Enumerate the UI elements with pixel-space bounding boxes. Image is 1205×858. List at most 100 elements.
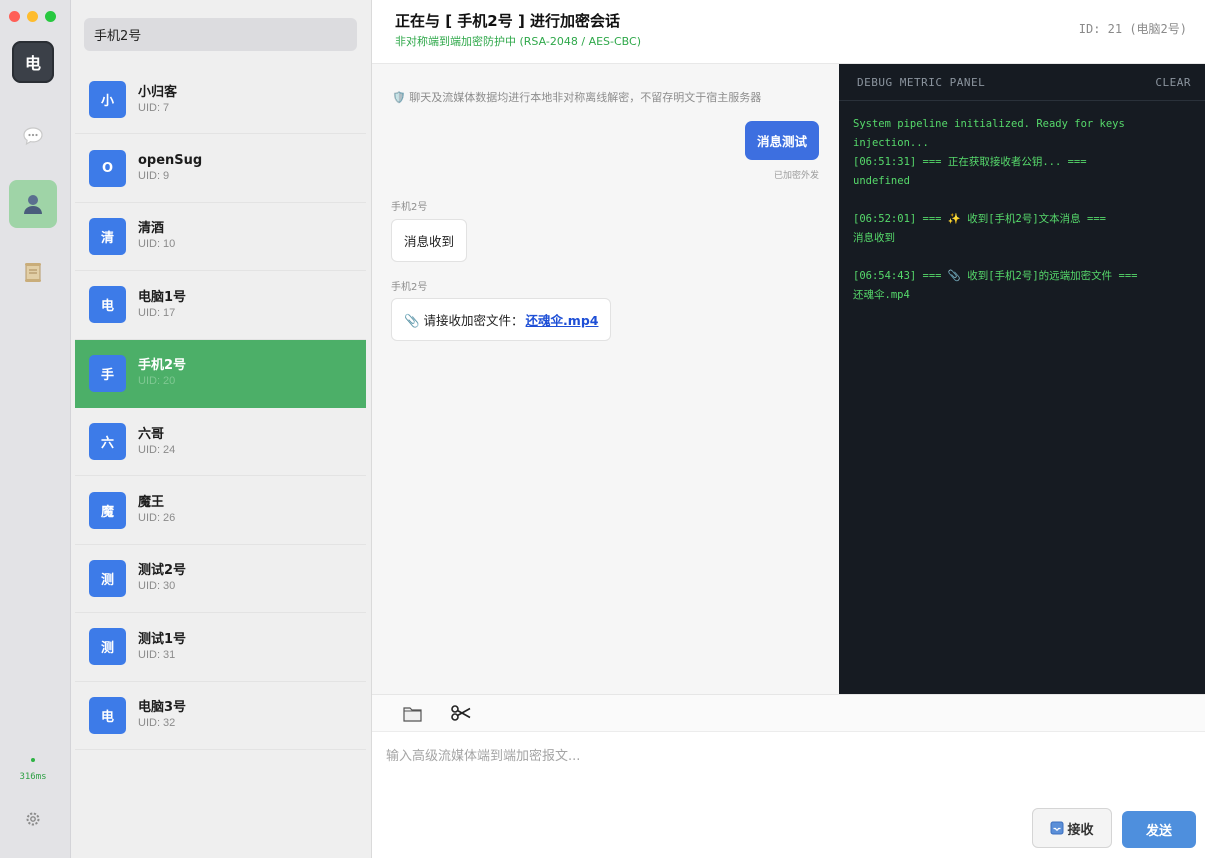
message-area[interactable]: 🛡️ 聊天及流媒体数据均进行本地非对称离线解密，不留存明文于宿主服务器 消息测试… [372, 64, 839, 694]
message-status: 已加密外发 [773, 171, 819, 181]
contact-text: 测试1号 UID: 31 [138, 631, 186, 663]
contact-name: 魔王 [138, 495, 165, 511]
incoming-file-message[interactable]: 📎 请接收加密文件： 还魂伞.mp4 [391, 298, 612, 341]
contact-avatar: O [89, 149, 126, 187]
contact-name: 小归客 [138, 84, 178, 100]
debug-panel: DEBUG METRIC PANEL CLEAR System pipeline… [839, 64, 1205, 694]
contact-item[interactable]: 测测试2号 UID: 30 [75, 545, 366, 614]
composer-toolbar [372, 695, 1205, 732]
chat-bubble-icon [23, 127, 43, 146]
contact-name: 六哥 [138, 426, 165, 442]
receive-label: 接收 [1067, 822, 1094, 838]
contact-avatar: 电 [89, 696, 126, 734]
self-id-label: ID: 21 (电脑2号) [1078, 22, 1187, 36]
encryption-status: 非对称端到端加密防护中 (RSA-2048 / AES-CBC) [395, 35, 641, 48]
chat-title: 正在与 [ 手机2号 ] 进行加密会话 [395, 12, 621, 30]
scroll-icon [25, 263, 41, 282]
rail-scroll-button[interactable] [9, 248, 57, 296]
contact-uid: UID: 32 [138, 717, 176, 730]
user-icon [24, 195, 42, 214]
contact-uid: UID: 30 [138, 580, 176, 593]
contact-text: 清酒 UID: 10 [138, 220, 175, 252]
contact-avatar: 六 [89, 423, 126, 461]
settings-button[interactable] [22, 808, 44, 830]
contact-item[interactable]: 手手机2号 UID: 20 [75, 339, 366, 408]
contact-text: 六哥 UID: 24 [138, 426, 175, 458]
composer: 接收 发送 [372, 694, 1205, 858]
contact-avatar: 测 [89, 628, 126, 666]
contact-uid: UID: 20 [138, 375, 176, 388]
inbox-icon [1050, 821, 1064, 835]
contact-item[interactable]: 电电脑1号 UID: 17 [75, 271, 366, 340]
receive-button[interactable]: 接收 [1032, 808, 1112, 848]
contact-avatar: 手 [89, 354, 126, 392]
contact-avatar: 测 [89, 559, 126, 597]
contact-name: 手机2号 [138, 358, 187, 374]
contact-name: 测试2号 [138, 563, 187, 579]
contact-avatar: 魔 [89, 491, 126, 529]
scissors-icon [451, 705, 471, 721]
contact-name: 测试1号 [138, 631, 187, 647]
zoom-window-button[interactable] [45, 11, 56, 22]
folder-icon [403, 706, 422, 722]
screenshot-button[interactable] [450, 702, 472, 724]
close-window-button[interactable] [9, 11, 20, 22]
latency-readout: 316ms [19, 772, 47, 782]
contact-uid: UID: 24 [138, 443, 176, 456]
debug-header: DEBUG METRIC PANEL CLEAR [839, 64, 1205, 101]
contact-text: 电脑1号 UID: 17 [138, 289, 186, 321]
debug-title: DEBUG METRIC PANEL [857, 75, 986, 89]
contact-list: 小小归客 UID: 7 OopenSug UID: 9 清清酒 UID: 10 电电脑1号 U… [75, 66, 366, 750]
window-controls [9, 11, 56, 22]
contact-uid: UID: 9 [138, 170, 170, 183]
contact-avatar: 小 [89, 81, 126, 119]
chat-header: 正在与 [ 手机2号 ] 进行加密会话 非对称端到端加密防护中 (RSA-204… [372, 0, 1205, 64]
message-input[interactable] [386, 745, 1186, 805]
gear-icon [26, 812, 40, 826]
log-entry: System pipeline initialized. Ready for k… [853, 118, 1125, 187]
contact-text: openSug UID: 9 [138, 152, 202, 184]
contact-name: openSug [138, 153, 203, 169]
message-sender: 手机2号 [391, 202, 428, 213]
contact-item[interactable]: 电电脑3号 UID: 32 [75, 682, 366, 750]
contact-uid: UID: 26 [138, 512, 176, 525]
log-entry: [06:52:01] === ✨ 收到[手机2号]文本消息 === 消息收到 [853, 213, 1106, 244]
contact-text: 魔王 UID: 26 [138, 494, 175, 526]
log-entry: [06:54:43] === 📎 收到[手机2号]的远端加密文件 === 还魂伞… [853, 270, 1138, 301]
contact-uid: UID: 31 [138, 648, 176, 661]
contact-name: 清酒 [138, 221, 165, 237]
file-message-prefix: 📎 请接收加密文件： [404, 313, 524, 328]
contact-item[interactable]: 清清酒 UID: 10 [75, 203, 366, 272]
search-input[interactable] [84, 18, 357, 51]
rail-contacts-button[interactable] [9, 180, 57, 228]
contact-item[interactable]: 测测试1号 UID: 31 [75, 613, 366, 682]
attach-file-button[interactable] [402, 702, 424, 724]
contact-avatar: 电 [89, 286, 126, 324]
contact-name: 电脑1号 [138, 289, 187, 305]
contact-text: 小归客 UID: 7 [138, 84, 177, 116]
contact-item[interactable]: OopenSug UID: 9 [75, 134, 366, 203]
contact-item[interactable]: 小小归客 UID: 7 [75, 66, 366, 135]
security-notice: 🛡️ 聊天及流媒体数据均进行本地非对称离线解密，不留存明文于宿主服务器 [392, 91, 762, 104]
contact-text: 手机2号 UID: 20 [138, 357, 186, 389]
message-sender: 手机2号 [391, 282, 428, 293]
contact-uid: UID: 10 [138, 238, 176, 251]
contact-avatar: 清 [89, 217, 126, 255]
app-window: 电 316ms 手机2号 小 小归客 UID: 7 O openSug UID:… [0, 0, 1205, 858]
send-button[interactable]: 发送 [1122, 811, 1196, 848]
contact-panel: 小小归客UID: 7OopenSugUID: 9清清酒UID: 10电电脑1号U… [71, 0, 372, 858]
debug-clear-button[interactable]: CLEAR [1155, 76, 1191, 89]
self-avatar[interactable]: 电 [12, 41, 54, 83]
contact-uid: UID: 17 [138, 306, 176, 319]
debug-log: System pipeline initialized. Ready for k… [839, 101, 1205, 305]
contact-item[interactable]: 魔魔王 UID: 26 [75, 476, 366, 545]
incoming-message[interactable]: 消息收到 [391, 219, 468, 262]
contact-item[interactable]: 六六哥 UID: 24 [75, 408, 366, 477]
contact-text: 电脑3号 UID: 32 [138, 699, 186, 731]
file-download-link[interactable]: 还魂伞.mp4 [526, 310, 599, 329]
rail-chat-button[interactable] [9, 112, 57, 160]
minimize-window-button[interactable] [27, 11, 38, 22]
nav-rail: 电 316ms [0, 0, 71, 858]
contact-text: 测试2号 UID: 30 [138, 562, 186, 594]
outgoing-message[interactable]: 消息测试 [744, 121, 819, 160]
